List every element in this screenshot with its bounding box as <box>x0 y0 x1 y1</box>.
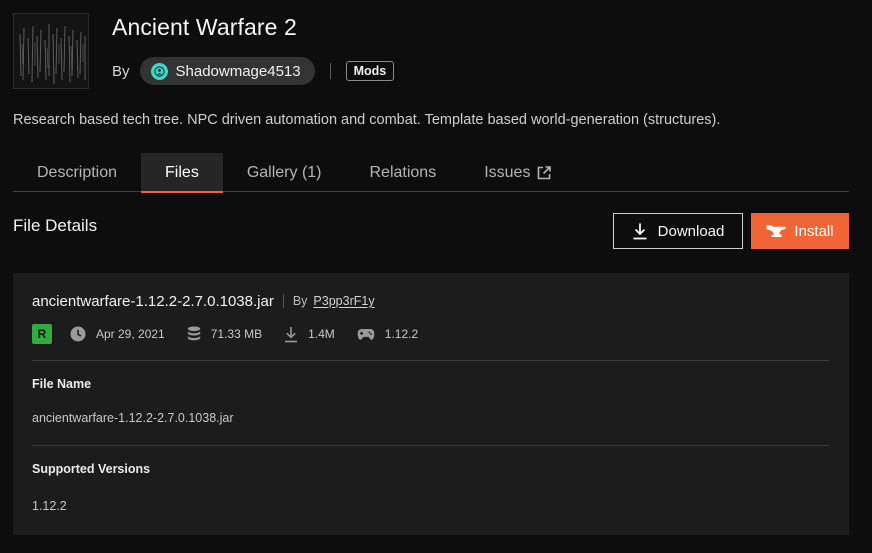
byline-divider <box>329 63 331 79</box>
project-thumbnail <box>13 13 89 89</box>
divider <box>32 445 829 446</box>
file-title-row: ancientwarfare-1.12.2-2.7.0.1038.jar By … <box>32 291 375 311</box>
tab-label: Relations <box>369 163 437 181</box>
upload-date: Apr 29, 2021 <box>70 326 165 342</box>
supported-versions-label: Supported Versions <box>32 462 151 476</box>
tab-files[interactable]: Files <box>141 153 223 193</box>
author-link[interactable]: Shadowmage4513 <box>139 57 315 85</box>
divider <box>32 360 829 361</box>
database-icon <box>187 326 201 342</box>
by-label: By <box>112 62 130 80</box>
tab-issues[interactable]: Issues <box>460 153 576 192</box>
anvil-icon <box>766 224 786 238</box>
file-name-value: ancientwarfare-1.12.2-2.7.0.1038.jar <box>32 411 234 425</box>
game-version: 1.12.2 <box>357 327 418 341</box>
project-summary: Research based tech tree. NPC driven aut… <box>13 112 721 128</box>
category-tag[interactable]: Mods <box>345 61 395 81</box>
file-details-heading: File Details <box>13 216 98 235</box>
external-link-icon <box>536 165 552 181</box>
tab-gallery[interactable]: Gallery (1) <box>223 153 346 192</box>
tab-label: Issues <box>484 163 531 181</box>
uploader-link[interactable]: P3pp3rF1y <box>313 294 374 308</box>
file-card: ancientwarfare-1.12.2-2.7.0.1038.jar By … <box>13 273 849 535</box>
file-size-text: 71.33 MB <box>210 327 263 341</box>
file-title-divider <box>282 294 284 308</box>
upload-date-text: Apr 29, 2021 <box>96 327 165 341</box>
release-type-badge: R <box>32 324 52 344</box>
file-title: ancientwarfare-1.12.2-2.7.0.1038.jar <box>32 292 274 310</box>
project-title: Ancient Warfare 2 <box>112 14 297 40</box>
file-meta-row: R Apr 29, 2021 71.33 MB 1.4M 1.12.2 <box>32 323 440 345</box>
tab-label: Gallery (1) <box>246 163 322 181</box>
install-label: Install <box>794 222 834 240</box>
project-byline: By Shadowmage4513 Mods <box>112 57 395 85</box>
download-icon <box>632 222 648 240</box>
download-label: Download <box>657 222 725 240</box>
file-size: 71.33 MB <box>187 326 262 342</box>
supported-versions-value: 1.12.2 <box>32 499 67 513</box>
game-version-text: 1.12.2 <box>384 327 419 341</box>
uploader-by-label: By <box>292 294 308 308</box>
file-name-label: File Name <box>32 377 92 391</box>
tab-relations[interactable]: Relations <box>346 153 461 192</box>
download-icon <box>284 326 298 343</box>
tab-label: Files <box>165 163 199 181</box>
gamepad-icon <box>357 328 375 341</box>
download-button[interactable]: Download <box>613 213 743 249</box>
install-button[interactable]: Install <box>751 213 849 249</box>
user-avatar-icon <box>150 62 168 80</box>
download-count: 1.4M <box>284 326 335 343</box>
tab-label: Description <box>37 163 118 181</box>
clock-icon <box>70 326 86 342</box>
tab-description[interactable]: Description <box>13 153 141 192</box>
author-name: Shadowmage4513 <box>175 62 301 80</box>
download-count-text: 1.4M <box>308 327 335 341</box>
project-tabs: Description Files Gallery (1) Relations … <box>13 153 849 193</box>
